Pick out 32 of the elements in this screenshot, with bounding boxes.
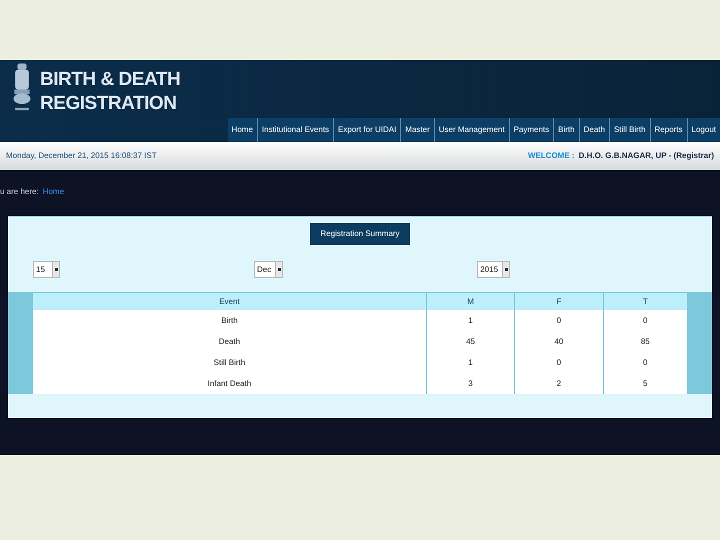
table-cell: Birth [33,310,426,331]
dropdown-field[interactable]: 2015 [477,261,510,278]
breadcrumb-label: u are here: [0,186,39,198]
table-cell: 0 [603,310,687,331]
welcome-label: WELCOME : [528,150,575,162]
column-header: M [426,293,515,310]
table-cell: Infant Death [33,373,426,394]
table-cell: 5 [603,373,687,394]
table-cell: Still Birth [33,352,426,373]
table-cell: 1 [426,310,515,331]
breadcrumb-link[interactable]: Home [42,186,64,198]
dropdown-field[interactable]: Dec [254,261,284,278]
table-cell: 85 [603,331,687,352]
table-cell: 0 [514,310,604,331]
table-cell: 1 [426,352,515,373]
date-time: Monday, December 21, 2015 16:08:37 IST [6,150,157,162]
column-header: T [603,293,687,310]
table-cell: 2 [514,373,604,394]
column-header: F [514,293,604,310]
user-name: D.H.O. G.B.NAGAR, UP - (Registrar) [578,150,714,162]
site-title: BIRTH & DEATH [40,68,180,92]
table-cell: Death [33,331,426,352]
dropdown-field[interactable]: 15 [33,261,60,278]
column-header: Event [33,293,426,310]
table-cell: 45 [426,331,515,352]
table-cell: 3 [426,373,515,394]
registration-summary-button[interactable]: Registration Summary [310,223,410,245]
table-cell: 40 [514,331,604,352]
nav-link[interactable]: Home [228,118,257,142]
site-title: REGISTRATION [40,92,178,116]
table-cell: 0 [603,352,687,373]
table-cell: 0 [514,352,604,373]
